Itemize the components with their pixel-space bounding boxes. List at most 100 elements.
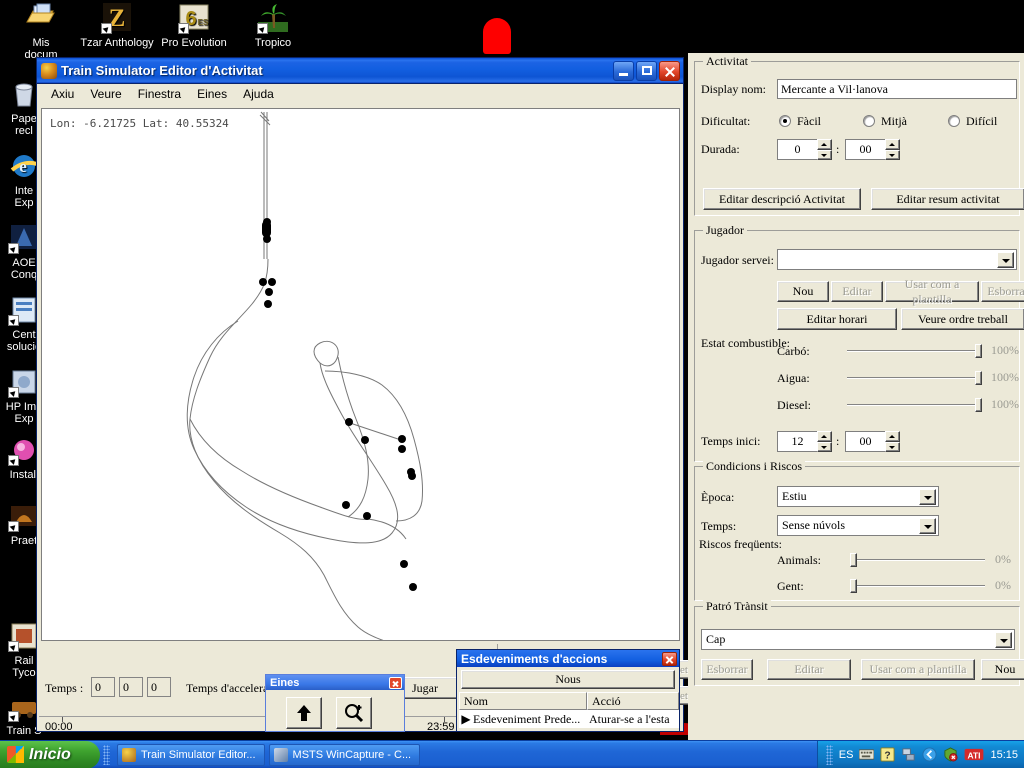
tray-gripper[interactable] [826, 745, 833, 765]
play-button-label: Jugar [412, 681, 438, 696]
weather-select[interactable]: Sense núvols [777, 515, 939, 536]
events-close-button[interactable] [662, 652, 677, 666]
slider-thumb[interactable] [975, 344, 982, 358]
chevron-left-icon[interactable] [922, 747, 937, 762]
up-arrow-tool-button[interactable] [286, 697, 322, 729]
main-window-titlebar[interactable]: Train Simulator Editor d'Activitat [37, 58, 683, 84]
slider-thumb[interactable] [850, 553, 857, 567]
view-work-order-button[interactable]: Veure ordre treball [901, 308, 1024, 330]
time-field-3[interactable]: 0 [147, 677, 171, 697]
chevron-down-icon[interactable] [919, 518, 936, 534]
help-icon[interactable]: ? [880, 747, 895, 762]
fuel-water-slider[interactable] [847, 371, 982, 385]
traffic-use-template-button[interactable]: Usar com a plantilla [861, 659, 975, 680]
keyboard-icon[interactable] [859, 747, 874, 762]
map-canvas[interactable]: Lon: -6.21725 Lat: 40.55324 [41, 108, 680, 641]
season-select[interactable]: Estiu [777, 486, 939, 507]
player-edit-button[interactable]: Editar [831, 281, 883, 302]
network-icon[interactable] [901, 747, 916, 762]
events-new-button[interactable]: Nous [461, 670, 675, 689]
track-diagram [42, 109, 680, 641]
start-minutes-up[interactable] [885, 431, 900, 442]
events-column-header-nom[interactable]: Nom [459, 692, 587, 710]
duration-minutes-up[interactable] [885, 139, 900, 150]
traffic-delete-button[interactable]: Esborrar [701, 659, 753, 680]
traffic-pattern-select[interactable]: Cap [701, 629, 1015, 650]
slider-thumb[interactable] [975, 371, 982, 385]
time-field-1[interactable]: 0 [91, 677, 115, 697]
start-minutes-stepper[interactable]: 00 [845, 431, 900, 452]
traffic-edit-button[interactable]: Editar [767, 659, 851, 680]
taskbar-item-wincapture[interactable]: MSTS WinCapture - C... [269, 744, 421, 766]
slider-thumb[interactable] [850, 579, 857, 593]
chevron-down-icon[interactable] [995, 632, 1012, 648]
time-field-2[interactable]: 0 [119, 677, 143, 697]
difficulty-radio-mitja[interactable] [863, 115, 875, 127]
tray-language-indicator[interactable]: ES [839, 749, 854, 761]
duration-hours-up[interactable] [817, 139, 832, 150]
duration-minutes-down[interactable] [885, 150, 900, 161]
close-button[interactable] [659, 61, 680, 81]
duration-hours-down[interactable] [817, 150, 832, 161]
edit-schedule-button[interactable]: Editar horari [777, 308, 897, 330]
menu-item-eines[interactable]: Eines [189, 86, 235, 102]
desktop-icon-my-documents[interactable]: Mis docum [4, 2, 78, 61]
start-button[interactable]: Inicio [0, 741, 100, 768]
edit-description-button[interactable]: Editar descripció Activitat [703, 188, 861, 210]
minimize-button[interactable] [613, 61, 634, 81]
hazard-animals-slider[interactable] [850, 553, 985, 567]
start-hours-stepper[interactable]: 12 [777, 431, 832, 452]
difficulty-label: Dificultat: [701, 114, 750, 129]
wallpaper-red-shape [483, 18, 511, 54]
difficulty-radio-dificil[interactable] [948, 115, 960, 127]
menu-item-ajuda[interactable]: Ajuda [235, 86, 282, 102]
tools-close-button[interactable] [389, 677, 402, 689]
player-service-select[interactable] [777, 249, 1017, 270]
hazard-people-slider[interactable] [850, 579, 985, 593]
start-hours-down[interactable] [817, 442, 832, 453]
ati-icon[interactable]: ATI [964, 747, 984, 762]
desktop-icon-tzar-anthology[interactable]: Z Tzar Anthology [80, 2, 154, 49]
tropico-icon [257, 2, 289, 34]
display-name-input[interactable]: Mercante a Vil·lanova [777, 79, 1017, 99]
slider-thumb[interactable] [975, 398, 982, 412]
taskbar-item-train-simulator[interactable]: Train Simulator Editor... [117, 744, 265, 766]
events-window-titlebar[interactable]: Esdeveniments d'accions [457, 650, 679, 667]
menu-item-finestra[interactable]: Finestra [130, 86, 189, 102]
player-new-button[interactable]: Nou [777, 281, 829, 302]
chevron-down-icon[interactable] [919, 489, 936, 505]
fuel-diesel-slider[interactable] [847, 398, 982, 412]
duration-minutes-stepper[interactable]: 00 [845, 139, 900, 160]
magnifier-plus-icon [343, 703, 365, 723]
slider-track [847, 377, 982, 379]
difficulty-radio-facil[interactable] [779, 115, 791, 127]
desktop-icon-tropico[interactable]: Tropico [236, 2, 310, 49]
traffic-use-template-label: Usar com a plantilla [870, 662, 967, 677]
player-delete-button[interactable]: Esborrar [981, 281, 1024, 302]
zoom-in-tool-button[interactable] [336, 697, 372, 729]
player-use-template-label: Usar com a plantilla [886, 277, 978, 307]
duration-hours-stepper[interactable]: 0 [777, 139, 832, 160]
tools-window-title: Eines [270, 677, 389, 689]
desktop-icon-pro-evolution[interactable]: 6 ES Pro Evolution [157, 2, 231, 49]
edit-summary-button[interactable]: Editar resum activitat [871, 188, 1024, 210]
events-column-header-accio[interactable]: Acció [587, 692, 679, 710]
menu-item-veure[interactable]: Veure [82, 86, 129, 102]
menu-item-axiu[interactable]: Axiu [43, 86, 82, 102]
fuel-coal-slider[interactable] [847, 344, 982, 358]
table-row[interactable]: ▶ Esdeveniment Prede... Aturar-se a l'es… [459, 710, 679, 728]
svg-text:ATI: ATI [968, 750, 981, 760]
tools-window-titlebar[interactable]: Eines [266, 675, 404, 690]
display-name-value: Mercante a Vil·lanova [781, 82, 888, 96]
maximize-button[interactable] [636, 61, 657, 81]
start-hours-up[interactable] [817, 431, 832, 442]
shield-icon[interactable] [943, 747, 958, 762]
taskbar-gripper[interactable] [103, 745, 110, 765]
start-minutes-down[interactable] [885, 442, 900, 453]
player-use-template-button[interactable]: Usar com a plantilla [885, 281, 979, 302]
traffic-new-button[interactable]: Nou [981, 659, 1024, 680]
chevron-down-icon[interactable] [997, 252, 1014, 268]
tray-clock[interactable]: 15:15 [990, 749, 1018, 761]
activity-group: Activitat Display nom: Mercante a Vil·la… [694, 61, 1020, 216]
season-value: Estiu [782, 489, 807, 503]
